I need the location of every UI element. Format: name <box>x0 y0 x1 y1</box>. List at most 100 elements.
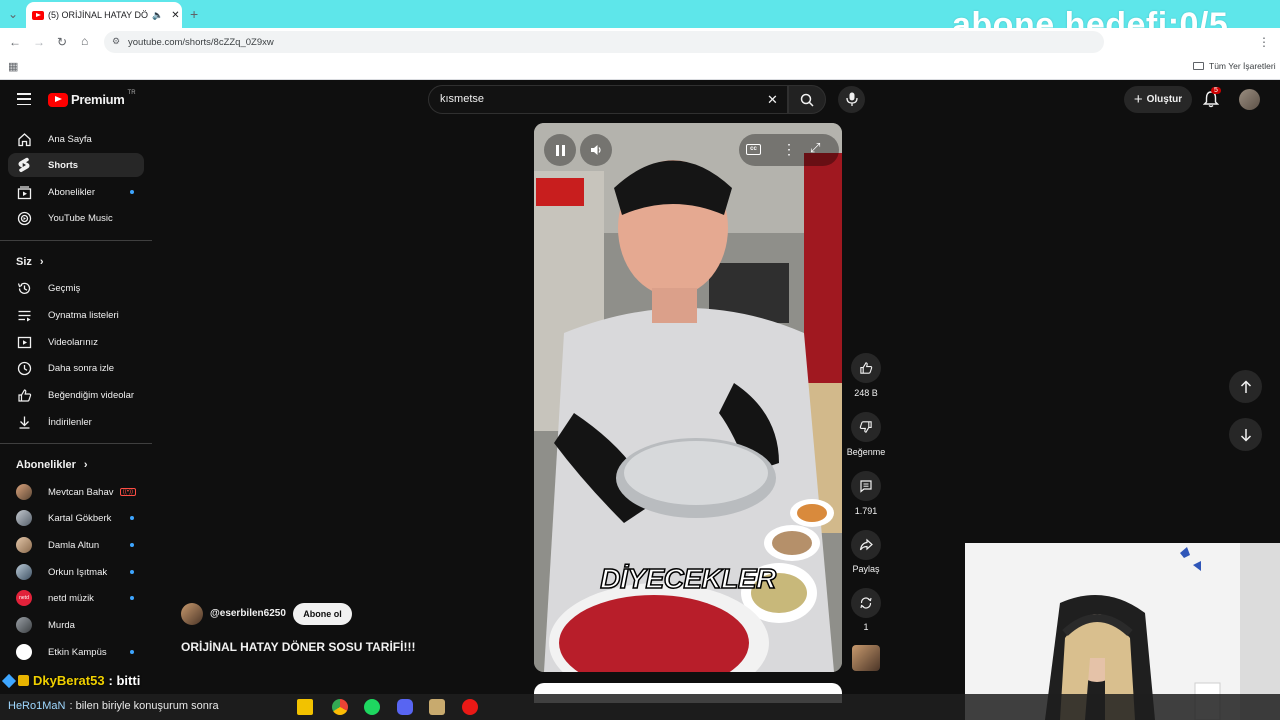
search-button[interactable] <box>788 85 826 114</box>
channel-avatar[interactable] <box>181 603 203 625</box>
browser-tab-strip: ⌄ (5) ORİJİNAL HATAY DÖNER 🔈 ✕ + abone h… <box>0 0 1280 44</box>
new-content-dot <box>130 516 134 520</box>
sidebar-item-label: Ana Sayfa <box>48 133 92 145</box>
sidebar-item-label: YouTube Music <box>48 212 113 224</box>
badge-icon <box>18 675 29 686</box>
channel-avatar: netd <box>16 590 32 606</box>
sidebar-item-playlists[interactable]: Oynatma listeleri <box>8 303 144 327</box>
channel-name: Kartal Gökberk <box>48 512 112 524</box>
like-button[interactable] <box>851 353 881 383</box>
like-icon <box>16 387 32 403</box>
share-button[interactable] <box>851 530 881 560</box>
more-options-icon[interactable]: ⋮ <box>782 141 796 158</box>
tab-close-icon[interactable]: ✕ <box>171 10 179 21</box>
browser-menu-icon[interactable]: ⋮ <box>1258 36 1270 48</box>
home-page-icon[interactable]: ⌂ <box>81 35 88 47</box>
sidebar-item-your-videos[interactable]: Videolarınız <box>8 330 144 354</box>
short-title[interactable]: ORİJİNAL HATAY DÖNER SOSU TARİFİ!!! <box>181 640 415 654</box>
subscribe-button[interactable]: Abone ol <box>293 603 352 625</box>
arrow-up-icon <box>1240 379 1251 393</box>
sidebar-item-youtube-music[interactable]: YouTube Music <box>8 206 144 230</box>
pause-button[interactable] <box>544 134 576 166</box>
short-channel-name[interactable]: @eserbilen6250 <box>210 608 286 619</box>
recording-app-icon[interactable] <box>462 699 478 715</box>
volume-button[interactable] <box>580 134 612 166</box>
sidebar-item-liked-videos[interactable]: Beğendiğim videolar <box>8 383 144 407</box>
arrow-down-icon <box>1240 428 1251 442</box>
sidebar-channel-item[interactable]: Damla Altun <box>8 533 144 557</box>
sidebar-item-subscriptions[interactable]: Abonelikler <box>8 180 144 204</box>
sidebar-item-label: Oynatma listeleri <box>48 309 119 321</box>
reload-icon[interactable]: ↻ <box>57 36 67 48</box>
url-text: youtube.com/shorts/8cZZq_0Z9xw <box>128 36 274 48</box>
clear-search-icon[interactable]: ✕ <box>767 86 778 113</box>
section-subscriptions-header[interactable]: Abonelikler › <box>16 459 88 471</box>
dislike-button[interactable] <box>851 412 881 442</box>
sidebar-item-home[interactable]: Ana Sayfa <box>8 127 144 151</box>
new-tab-icon[interactable]: + <box>190 7 198 21</box>
sound-thumbnail[interactable] <box>852 645 880 671</box>
sidebar-channel-item[interactable]: Mevtcan Bahav ((•)) <box>8 480 144 504</box>
search-input[interactable]: kısmetse ✕ <box>428 85 788 114</box>
tab-audio-icon[interactable]: 🔈 <box>152 10 163 21</box>
sidebar-divider <box>0 240 152 241</box>
sidebar-item-history[interactable]: Geçmiş <box>8 276 144 300</box>
channel-name: netd müzik <box>48 592 94 604</box>
section-you-header[interactable]: Siz › <box>16 256 44 268</box>
folder-icon <box>1193 62 1204 70</box>
notification-badge: 5 <box>1211 87 1221 94</box>
sidebar-channel-item[interactable]: Etkin Kampüs <box>8 640 144 664</box>
badge-icon <box>1 673 17 688</box>
live-indicator-icon: ((•)) <box>119 488 136 496</box>
game-launcher-icon[interactable] <box>429 699 445 715</box>
history-icon <box>16 280 32 296</box>
chat-message: DkyBerat53 : bitti <box>1 673 140 688</box>
tab-search-icon[interactable]: ⌄ <box>8 8 18 20</box>
discord-icon[interactable] <box>397 699 413 715</box>
apps-icon[interactable]: ▦ <box>8 62 18 73</box>
sidebar-channel-item[interactable]: netd netd müzik <box>8 586 144 610</box>
file-explorer-icon[interactable] <box>297 699 313 715</box>
sidebar-item-downloads[interactable]: İndirilenler <box>8 410 144 434</box>
chat-text: : bilen biriyle konuşurum sonra <box>69 700 219 712</box>
address-bar-row: ← → ↻ ⌂ ⚙ youtube.com/shorts/8cZZq_0Z9xw… <box>0 28 1280 56</box>
spotify-icon[interactable] <box>364 699 380 715</box>
all-bookmarks-folder[interactable]: Tüm Yer İşaretleri <box>1193 61 1276 71</box>
short-video-player[interactable]: DİYECEKLER cc ⋮ ⤢ <box>534 123 842 672</box>
sidebar-item-watch-later[interactable]: Daha sonra izle <box>8 356 144 380</box>
captions-icon[interactable]: cc <box>746 144 761 155</box>
address-field[interactable]: ⚙ youtube.com/shorts/8cZZq_0Z9xw <box>104 31 1104 53</box>
sidebar-divider <box>0 443 152 444</box>
notifications-button[interactable]: 5 <box>1202 87 1221 113</box>
sidebar-channel-item[interactable]: Orkun Işıtmak <box>8 560 144 584</box>
account-avatar[interactable] <box>1239 89 1260 110</box>
back-icon[interactable]: ← <box>9 36 21 48</box>
create-button[interactable]: + Oluştur <box>1124 86 1192 113</box>
browser-tab[interactable]: (5) ORİJİNAL HATAY DÖNER 🔈 ✕ <box>26 2 182 28</box>
chrome-icon[interactable] <box>332 699 348 715</box>
comments-button[interactable] <box>851 471 881 501</box>
tab-title: (5) ORİJİNAL HATAY DÖNER <box>48 10 148 20</box>
sidebar-item-shorts[interactable]: Shorts <box>8 153 144 177</box>
new-content-dot <box>130 190 134 194</box>
search-value: kısmetse <box>440 93 485 105</box>
volume-icon <box>591 145 601 155</box>
menu-icon[interactable] <box>17 93 31 105</box>
forward-icon[interactable]: → <box>33 36 45 48</box>
site-info-icon[interactable]: ⚙ <box>112 36 120 47</box>
youtube-premium-logo[interactable]: Premium TR <box>48 90 136 107</box>
sidebar-channel-item[interactable]: Kartal Gökberk <box>8 506 144 530</box>
like-count: 248 B <box>854 388 878 398</box>
comment-count: 1.791 <box>854 506 878 516</box>
remix-button[interactable] <box>851 588 881 618</box>
fullscreen-icon[interactable]: ⤢ <box>810 140 820 156</box>
sidebar-item-label: Shorts <box>48 159 79 171</box>
voice-search-button[interactable] <box>838 86 865 113</box>
sidebar-channel-item[interactable]: Murda <box>8 613 144 637</box>
next-short-button[interactable] <box>1229 418 1262 451</box>
section-title: Siz <box>16 256 32 268</box>
video-caption: DİYECEKLER <box>600 562 777 595</box>
microphone-icon <box>846 92 858 106</box>
section-title: Abonelikler <box>16 459 76 471</box>
previous-short-button[interactable] <box>1229 370 1262 403</box>
